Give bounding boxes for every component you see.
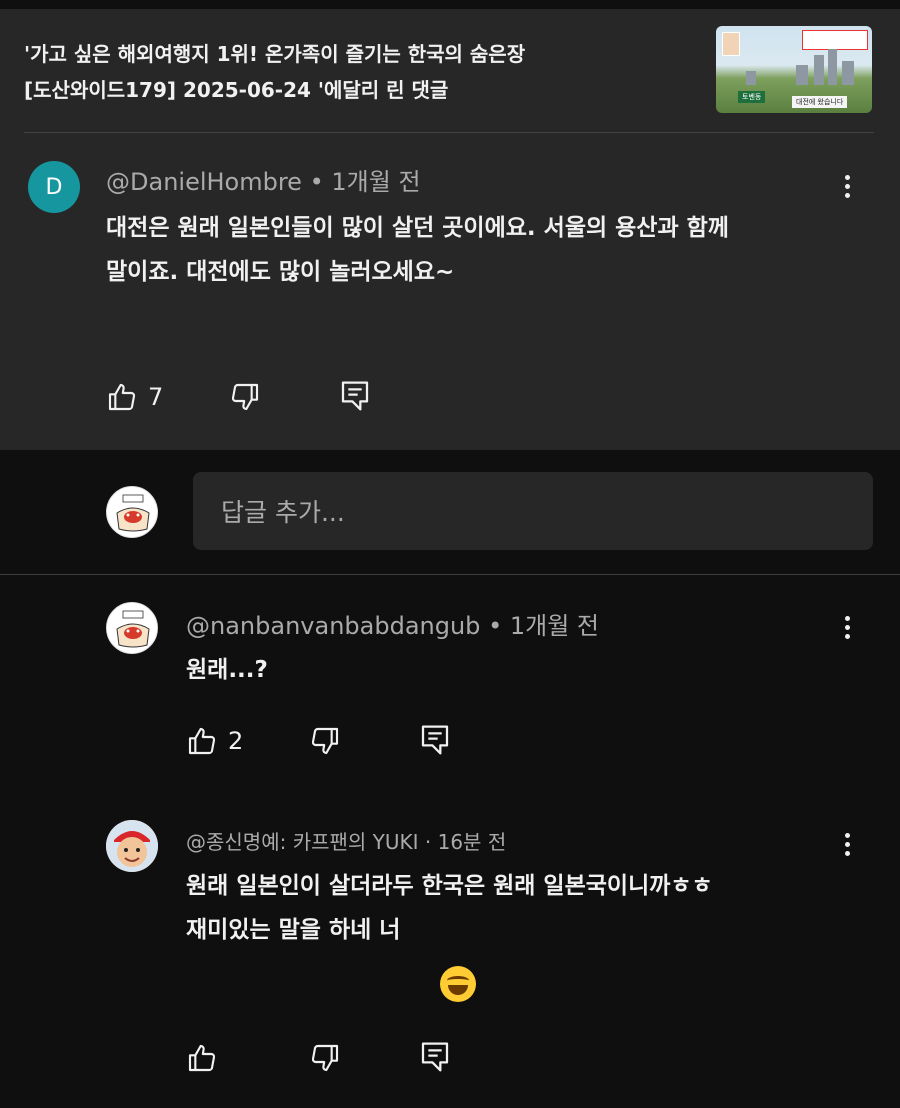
- like-button[interactable]: [186, 1042, 218, 1074]
- like-icon: [108, 383, 136, 411]
- reply-text: 원래 일본인이 살더라두 한국은 원래 일본국이니까ㅎㅎ 재미있는 말을 하네 …: [186, 864, 713, 952]
- comment-meta: @DanielHombre • 1개월 전: [106, 162, 421, 197]
- reply-text-line: 원래 일본인이 살더라두 한국은 원래 일본국이니까ㅎㅎ: [186, 873, 713, 899]
- user-avatar: [106, 486, 158, 538]
- thumbnail-host-figure: [722, 32, 740, 56]
- avatar[interactable]: [106, 820, 158, 872]
- video-header[interactable]: '가고 싶은 해외여행지 1위! 온가족이 즐기는 한국의 숨은장 [도산와이드…: [24, 36, 684, 108]
- avatar-letter: D: [45, 174, 63, 200]
- like-button[interactable]: 7: [106, 381, 163, 413]
- meta-separator: ·: [424, 830, 432, 854]
- like-count: 2: [228, 727, 244, 755]
- reply-icon: [421, 1042, 449, 1072]
- reply-time: 1개월 전: [509, 612, 599, 640]
- like-button[interactable]: 2: [186, 725, 243, 757]
- video-thumbnail[interactable]: 토벤동 대전에 왔습니다: [716, 26, 872, 113]
- thumbnail-banner: [802, 30, 868, 50]
- reply-icon: [341, 381, 369, 411]
- comment-author[interactable]: @DanielHombre: [106, 168, 302, 196]
- reply-author[interactable]: @nanbanvanbabdangub: [186, 612, 480, 640]
- dislike-button[interactable]: [309, 725, 341, 757]
- reply-author[interactable]: @종신명예: 카프팬의 YUKI: [186, 830, 419, 854]
- dislike-button[interactable]: [309, 1042, 341, 1074]
- thumbnail-building: [746, 71, 756, 85]
- reply-text-line: 원래...?: [186, 657, 268, 683]
- meta-separator: •: [488, 612, 503, 640]
- thumbnail-building: [796, 65, 808, 85]
- comment-text-line: 대전은 원래 일본인들이 많이 살던 곳이에요. 서울의 용산과 함께: [106, 215, 729, 241]
- reply-meta: @nanbanvanbabdangub • 1개월 전: [186, 606, 599, 641]
- avatar[interactable]: D: [28, 161, 80, 213]
- dislike-icon: [311, 727, 339, 755]
- thumbnail-building: [842, 61, 854, 85]
- comment-text: 대전은 원래 일본인들이 많이 살던 곳이에요. 서울의 용산과 함께 말이죠.…: [106, 206, 729, 294]
- thumbnail-building: [828, 49, 837, 85]
- divider: [0, 574, 900, 575]
- reply-button[interactable]: [340, 380, 370, 412]
- add-reply-placeholder: 답글 추가...: [221, 498, 345, 527]
- reply-button[interactable]: [420, 1041, 450, 1073]
- more-vert-icon[interactable]: [843, 833, 851, 856]
- meta-separator: •: [309, 168, 324, 196]
- dislike-button[interactable]: [229, 381, 261, 413]
- more-vert-icon[interactable]: [843, 175, 851, 198]
- like-icon: [188, 727, 216, 755]
- dislike-icon: [231, 383, 259, 411]
- reply-text-line: 재미있는 말을 하네 너: [186, 917, 401, 943]
- more-vert-icon[interactable]: [843, 616, 851, 639]
- dislike-icon: [311, 1044, 339, 1072]
- like-count: 7: [148, 383, 164, 411]
- reply-meta: @종신명예: 카프팬의 YUKI · 16분 전: [186, 826, 506, 855]
- like-icon: [188, 1044, 216, 1072]
- divider: [24, 132, 874, 133]
- thumbnail-caption: 대전에 왔습니다: [792, 96, 848, 108]
- grinning-sweat-emoji: [440, 966, 476, 1002]
- video-title-line2: [도산와이드179] 2025-06-24 '에달리 린 댓글: [24, 78, 449, 102]
- video-title-line1: '가고 싶은 해외여행지 1위! 온가족이 즐기는 한국의 숨은장: [24, 42, 526, 66]
- add-reply-input[interactable]: 답글 추가...: [193, 472, 873, 550]
- thumbnail-caption: 토벤동: [738, 91, 766, 103]
- reply-time: 16분 전: [437, 830, 507, 854]
- reply-text: 원래...?: [186, 648, 268, 692]
- comment-time: 1개월 전: [331, 168, 421, 196]
- thumbnail-building: [814, 55, 824, 85]
- reply-button[interactable]: [420, 724, 450, 756]
- avatar[interactable]: [106, 602, 158, 654]
- comment-text-line: 말이죠. 대전에도 많이 놀러오세요~: [106, 259, 455, 285]
- reply-icon: [421, 725, 449, 755]
